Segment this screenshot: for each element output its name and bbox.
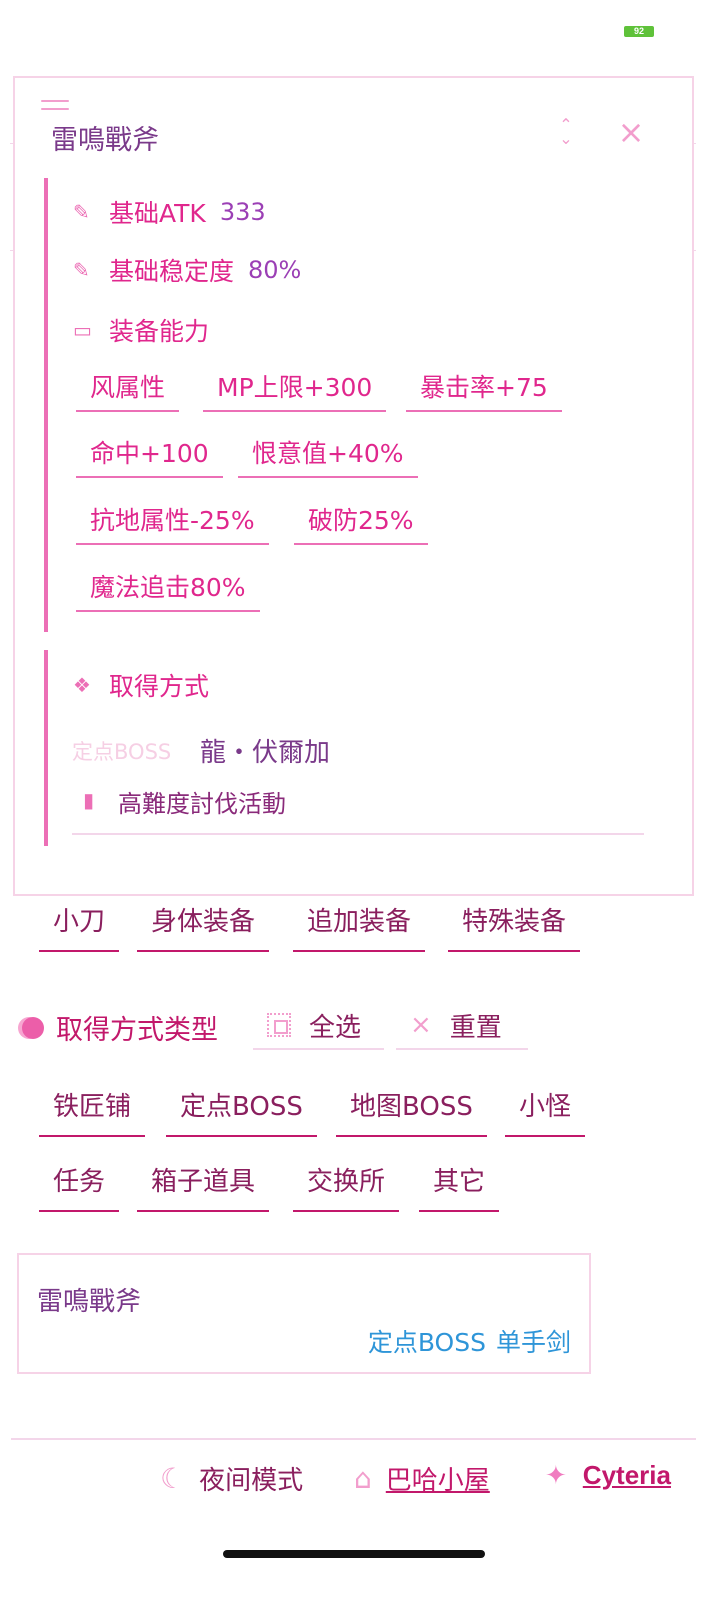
acquire-type-title: 取得方式类型	[56, 1015, 218, 1046]
type-chip-blacksmith[interactable]: 铁匠铺	[39, 1085, 146, 1137]
sword-icon: ✎	[73, 200, 90, 224]
select-all-icon	[267, 1013, 291, 1037]
home-icon: ⌂	[354, 1462, 372, 1495]
acquire-type-heading: 取得方式类型	[22, 1008, 218, 1047]
reset-button[interactable]: × 重置	[396, 1002, 528, 1050]
category-chip-body-armor[interactable]: 身体装备	[137, 900, 270, 952]
acquire-boss-name: 龍・伏爾加	[200, 738, 331, 768]
ability-chip: 暴击率+75	[406, 368, 562, 412]
acquire-heading: ❖ 取得方式	[73, 667, 209, 703]
select-all-label: 全选	[309, 1012, 362, 1043]
menu-icon[interactable]	[41, 100, 69, 118]
ability-chip: 命中+100	[76, 434, 223, 478]
acquire-divider	[72, 833, 644, 835]
category-chip-additional[interactable]: 追加装备	[293, 900, 426, 952]
result-acquire-type: 定点BOSS	[367, 1328, 486, 1357]
night-mode-toggle[interactable]: ☾ 夜间模式	[160, 1460, 303, 1497]
home-link[interactable]: ⌂ 巴哈小屋	[354, 1460, 490, 1497]
category-chip-special[interactable]: 特殊装备	[448, 900, 581, 952]
type-chip-mob[interactable]: 小怪	[505, 1085, 586, 1137]
battery-indicator: 92	[624, 26, 654, 37]
stat-label: 基础ATK	[109, 199, 206, 228]
type-chip-other[interactable]: 其它	[419, 1160, 500, 1212]
reset-label: 重置	[449, 1012, 502, 1043]
acquire-title: 取得方式	[109, 672, 210, 701]
home-indicator[interactable]	[223, 1550, 485, 1558]
bubble-icon	[22, 1016, 44, 1039]
acquire-type-label: 定点BOSS	[72, 740, 172, 764]
twitter-bird-icon: ✦	[545, 1460, 567, 1491]
stat-value: 80%	[248, 256, 302, 284]
ability-chip: MP上限+300	[203, 368, 387, 412]
type-chip-map-boss[interactable]: 地图BOSS	[336, 1085, 487, 1137]
ability-chip: 破防25%	[294, 501, 428, 545]
book-icon: ▭	[73, 318, 92, 342]
twitter-link[interactable]: ✦ Cyteria	[545, 1460, 671, 1491]
sword-icon: ✎	[73, 258, 90, 282]
type-chip-fixed-boss[interactable]: 定点BOSS	[166, 1085, 317, 1137]
abilities-heading: ▭ 装备能力	[73, 312, 209, 348]
moon-icon: ☾	[160, 1462, 186, 1495]
map-icon: ▮	[83, 788, 95, 812]
ability-chip: 魔法追击80%	[76, 568, 260, 612]
result-card-title: 雷鳴戰斧	[37, 1287, 142, 1317]
ability-chip: 恨意值+40%	[238, 434, 418, 478]
type-chip-quest[interactable]: 任务	[39, 1160, 120, 1212]
stats-section-bar	[44, 178, 48, 632]
acquire-location: 高難度討伐活動	[118, 790, 286, 818]
result-card[interactable]: 雷鳴戰斧 定点BOSS 单手剑	[17, 1253, 591, 1374]
stat-label: 基础稳定度	[109, 257, 235, 286]
stat-base-atk: ✎ 基础ATK 333	[73, 194, 266, 230]
twitter-link-label: Cyteria	[582, 1460, 671, 1490]
home-link-label: 巴哈小屋	[385, 1466, 490, 1496]
stat-value: 333	[219, 198, 266, 226]
expand-collapse-icon[interactable]: ⌃ ⌄	[555, 117, 577, 150]
status-bar: 92	[0, 0, 720, 60]
ability-chip: 抗地属性-25%	[76, 501, 269, 545]
acquire-section-bar	[44, 650, 48, 846]
select-all-button[interactable]: 全选	[253, 1002, 384, 1050]
footer-divider	[11, 1438, 696, 1440]
abilities-title: 装备能力	[109, 317, 210, 346]
type-chip-box-item[interactable]: 箱子道具	[137, 1160, 270, 1212]
night-mode-label: 夜间模式	[199, 1466, 304, 1496]
close-icon[interactable]: ×	[617, 116, 645, 148]
close-icon: ×	[410, 1010, 432, 1040]
stat-base-stability: ✎ 基础稳定度 80%	[73, 252, 301, 288]
result-card-meta: 定点BOSS 单手剑	[368, 1323, 571, 1359]
equipment-detail-modal: 雷鳴戰斧 ⌃ ⌄ × ✎ 基础ATK 333 ✎ 基础稳定度 80% ▭ 装备能力…	[13, 76, 694, 896]
category-chip-dagger[interactable]: 小刀	[39, 900, 120, 952]
modal-title: 雷鳴戰斧	[51, 125, 159, 156]
result-weapon-type: 单手剑	[495, 1328, 571, 1357]
ability-chip: 风属性	[76, 368, 180, 412]
type-chip-exchange[interactable]: 交换所	[293, 1160, 400, 1212]
diamond-icon: ❖	[73, 673, 91, 697]
